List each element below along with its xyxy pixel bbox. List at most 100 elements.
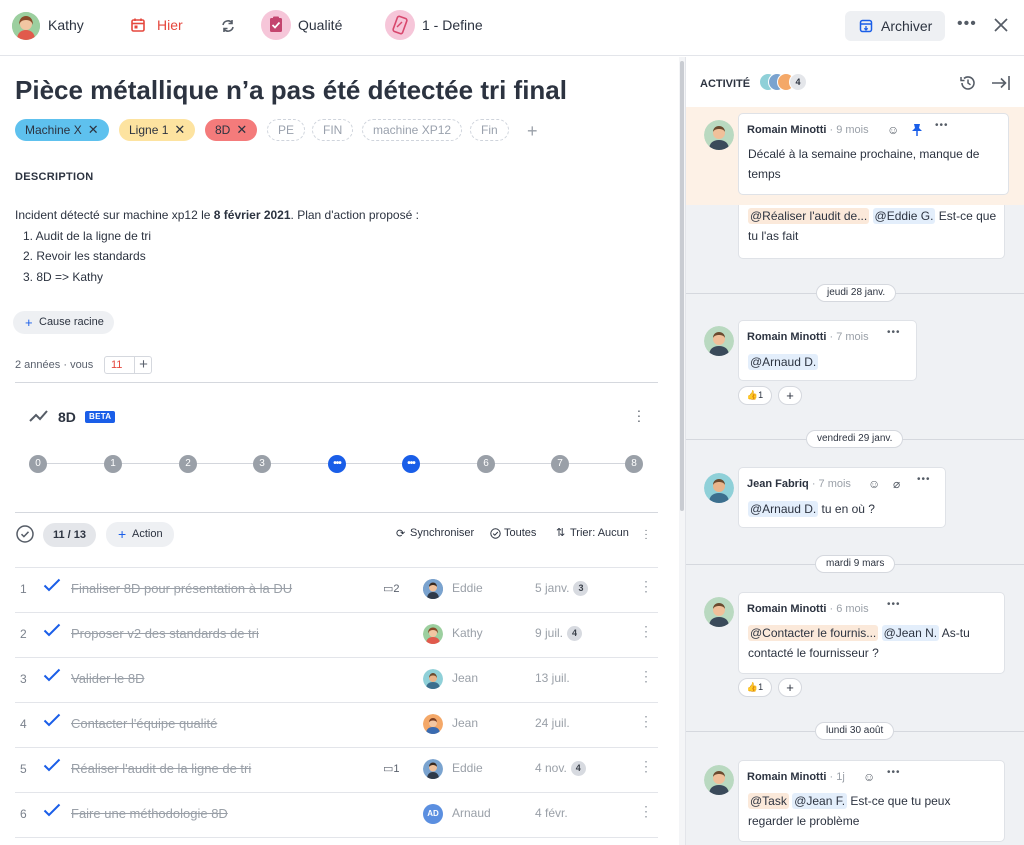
- pin-icon[interactable]: [911, 123, 923, 137]
- vote-plus-icon[interactable]: +: [134, 356, 152, 374]
- step-5-active[interactable]: •••: [402, 455, 420, 473]
- user-mention[interactable]: @Jean F.: [792, 793, 848, 809]
- add-action-button[interactable]: + Action: [106, 522, 174, 547]
- checkmark-icon[interactable]: [43, 578, 61, 592]
- comment-more-icon[interactable]: •••: [887, 599, 901, 610]
- row-menu-icon[interactable]: ⋮: [639, 714, 653, 728]
- scrollbar-thumb[interactable]: [680, 61, 684, 511]
- step-3[interactable]: 3: [253, 455, 271, 473]
- actions-menu-icon[interactable]: · · ·: [643, 526, 649, 544]
- more-icon[interactable]: •••: [957, 14, 977, 34]
- comment-card[interactable]: Jean Fabriq · 7 mois ☺ ⌀ ••• @Arnaud D. …: [738, 467, 946, 528]
- sort-button[interactable]: ⇅ Trier: Aucun: [556, 527, 629, 539]
- emoji-icon[interactable]: ☺: [868, 477, 880, 491]
- row-menu-icon[interactable]: ⋮: [639, 804, 653, 818]
- step-7[interactable]: 7: [551, 455, 569, 473]
- suggested-tag[interactable]: machine XP12: [362, 119, 463, 141]
- task-mention[interactable]: @Réaliser l'audit de...: [748, 208, 870, 224]
- table-row[interactable]: 1 Finaliser 8D pour présentation à la DU…: [15, 568, 658, 613]
- action-title[interactable]: Réaliser l'audit de la ligne de tri: [71, 761, 251, 776]
- add-tag-icon[interactable]: +: [527, 122, 538, 140]
- step-2[interactable]: 2: [179, 455, 197, 473]
- comment-card[interactable]: Romain Minotti · 6 mois ••• @Contacter l…: [738, 592, 1005, 674]
- table-row[interactable]: 6 Faire une méthodologie 8D AD Arnaud 4 …: [15, 793, 658, 838]
- due-date-label[interactable]: Hier: [157, 17, 183, 33]
- table-row[interactable]: 5 Réaliser l'audit de la ligne de tri ▭1…: [15, 748, 658, 793]
- remove-tag-icon[interactable]: ✕: [236, 122, 247, 137]
- history-icon[interactable]: [959, 74, 977, 92]
- sync-icon[interactable]: [219, 17, 237, 35]
- checkmark-icon[interactable]: [43, 668, 61, 682]
- reaction-thumbs-up[interactable]: 👍1: [738, 386, 772, 405]
- user-mention[interactable]: @Eddie G.: [872, 208, 936, 224]
- user-mention[interactable]: @Jean N.: [881, 625, 940, 641]
- phase-icon[interactable]: [385, 10, 415, 40]
- checkmark-icon[interactable]: [43, 713, 61, 727]
- suggested-tag[interactable]: FIN: [312, 119, 354, 141]
- attachment-icon[interactable]: ⌀: [893, 477, 900, 491]
- suggested-tag[interactable]: Fin: [470, 119, 509, 141]
- user-name[interactable]: Kathy: [48, 17, 84, 33]
- row-menu-icon[interactable]: ⋮: [639, 579, 653, 593]
- checkmark-icon[interactable]: [43, 623, 61, 637]
- step-8[interactable]: 8: [625, 455, 643, 473]
- close-icon[interactable]: [993, 17, 1009, 33]
- phase-label[interactable]: 1 - Define: [422, 17, 483, 33]
- table-row[interactable]: 3 Valider le 8D Jean 13 juil. ⋮: [15, 658, 658, 703]
- calendar-icon[interactable]: [130, 17, 146, 33]
- comment-more-icon[interactable]: •••: [887, 327, 901, 338]
- tag-machine-x[interactable]: Machine X ✕: [15, 119, 109, 141]
- comment-count[interactable]: ▭2: [383, 582, 400, 595]
- reaction-thumbs-up[interactable]: 👍1: [738, 678, 772, 697]
- emoji-icon[interactable]: ☺: [863, 770, 875, 784]
- remove-tag-icon[interactable]: ✕: [174, 122, 185, 137]
- add-reaction-button[interactable]: +: [778, 386, 802, 405]
- comment-more-icon[interactable]: •••: [887, 767, 901, 778]
- comment-card[interactable]: Romain Minotti · 9 mois ☺ ••• Décalé à l…: [738, 113, 1009, 195]
- 8d-menu-icon[interactable]: · · ·: [636, 403, 642, 427]
- action-title[interactable]: Valider le 8D: [71, 671, 144, 686]
- comment-more-icon[interactable]: •••: [917, 474, 931, 485]
- sync-button[interactable]: ⟳ Synchroniser: [396, 527, 474, 540]
- row-menu-icon[interactable]: ⋮: [639, 759, 653, 773]
- user-mention[interactable]: @Arnaud D.: [748, 501, 819, 517]
- comment-more-icon[interactable]: •••: [935, 120, 949, 131]
- collapse-panel-icon[interactable]: [991, 74, 1011, 92]
- participants-avatars[interactable]: 4: [759, 73, 815, 93]
- action-title[interactable]: Faire une méthodologie 8D: [71, 806, 228, 821]
- action-title[interactable]: Finaliser 8D pour présentation à la DU: [71, 581, 292, 596]
- emoji-icon[interactable]: ☺: [887, 123, 899, 137]
- step-0[interactable]: 0: [29, 455, 47, 473]
- suggested-tag[interactable]: PE: [267, 119, 306, 141]
- vote-counter[interactable]: 11 +: [104, 356, 152, 374]
- user-mention[interactable]: @Arnaud D.: [748, 354, 819, 370]
- tag-ligne-1[interactable]: Ligne 1 ✕: [119, 119, 196, 141]
- filter-button[interactable]: Toutes: [490, 527, 536, 539]
- row-menu-icon[interactable]: ⋮: [639, 669, 653, 683]
- step-1[interactable]: 1: [104, 455, 122, 473]
- quality-icon[interactable]: [261, 10, 291, 40]
- comment-card[interactable]: Romain Minotti · 1j ☺ ••• @Task @Jean F.…: [738, 760, 1005, 842]
- step-4-active[interactable]: •••: [328, 455, 346, 473]
- action-title[interactable]: Contacter l'équipe qualité: [71, 716, 217, 731]
- checkmark-icon[interactable]: [43, 803, 61, 817]
- task-mention[interactable]: @Contacter le fournis...: [748, 625, 879, 641]
- row-menu-icon[interactable]: ⋮: [639, 624, 653, 638]
- comment-card[interactable]: Romain Minotti · 7 mois ••• @Arnaud D.: [738, 320, 917, 381]
- table-row[interactable]: 4 Contacter l'équipe qualité Jean 24 jui…: [15, 703, 658, 748]
- step-6[interactable]: 6: [477, 455, 495, 473]
- checkmark-icon[interactable]: [43, 758, 61, 772]
- root-cause-button[interactable]: + Cause racine: [13, 311, 114, 334]
- user-avatar[interactable]: [12, 12, 40, 40]
- archive-button[interactable]: Archiver: [845, 11, 945, 41]
- add-reaction-button[interactable]: +: [778, 678, 802, 697]
- status-label[interactable]: Qualité: [298, 17, 342, 33]
- table-row[interactable]: 2 Proposer v2 des standards de tri Kathy…: [15, 613, 658, 658]
- remove-tag-icon[interactable]: ✕: [88, 122, 99, 137]
- check-circle-icon[interactable]: [16, 525, 34, 543]
- description-body[interactable]: Incident détecté sur machine xp12 le 8 f…: [15, 205, 655, 287]
- task-mention[interactable]: @Task: [748, 793, 789, 809]
- tag-8d[interactable]: 8D ✕: [205, 119, 258, 141]
- action-title[interactable]: Proposer v2 des standards de tri: [71, 626, 259, 641]
- issue-title[interactable]: Pièce métallique n’a pas été détectée tr…: [15, 75, 567, 106]
